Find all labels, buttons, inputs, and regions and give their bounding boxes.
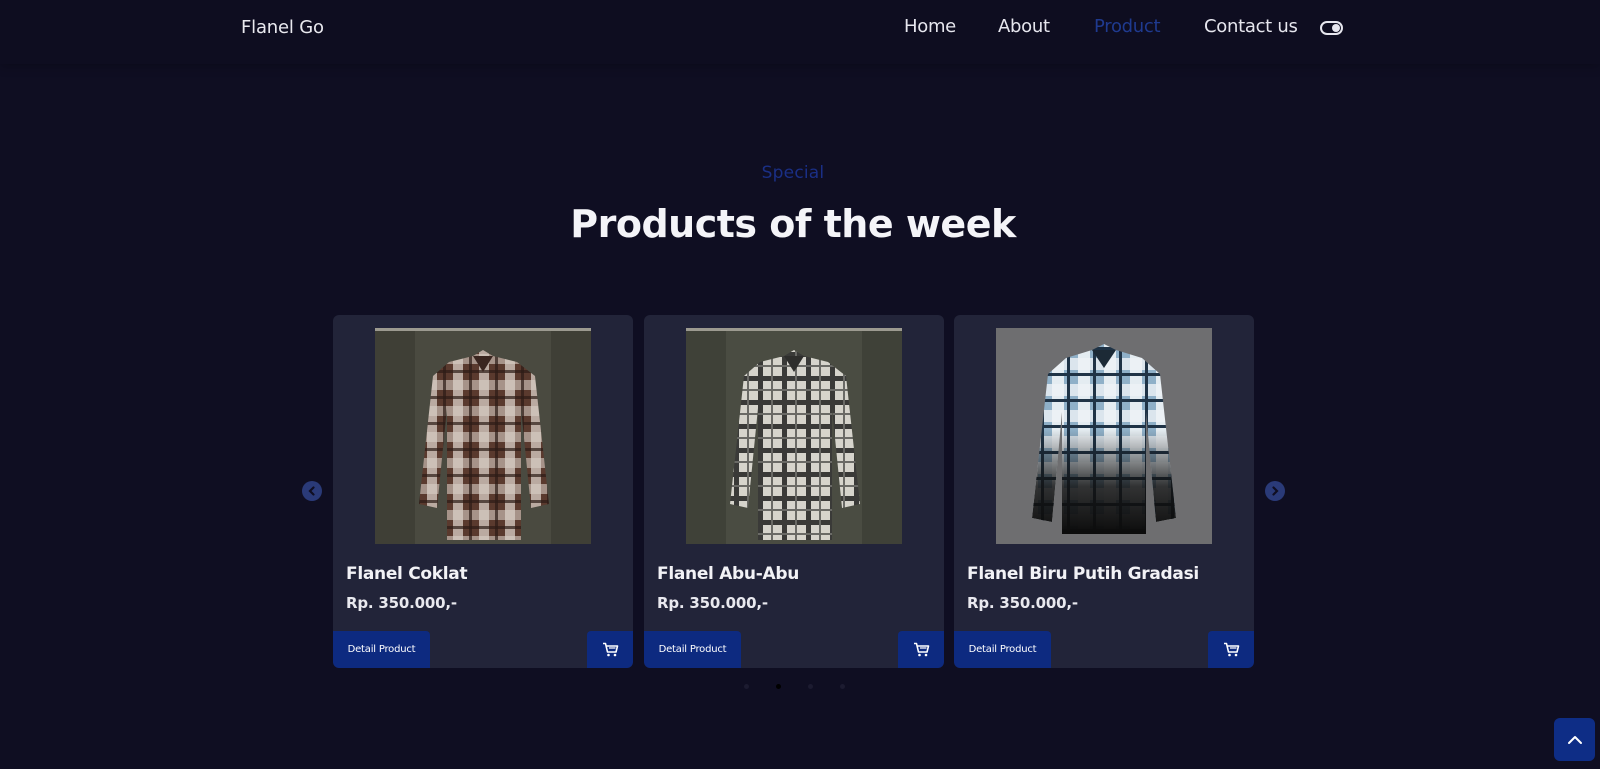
- main-nav: Home About Product Contact us: [0, 16, 1600, 40]
- product-image: [686, 328, 902, 544]
- add-to-cart-button[interactable]: [898, 631, 944, 668]
- product-name: Flanel Biru Putih Gradasi: [967, 564, 1199, 584]
- product-name: Flanel Coklat: [346, 564, 468, 584]
- cart-icon: [913, 642, 929, 657]
- scroll-to-top-button[interactable]: [1554, 718, 1595, 761]
- product-card: Flanel Coklat Rp. 350.000,- Detail Produ…: [333, 315, 633, 668]
- add-to-cart-button[interactable]: [587, 631, 633, 668]
- nav-contact-us[interactable]: Contact us: [1204, 16, 1298, 37]
- detail-product-button[interactable]: Detail Product: [333, 631, 430, 668]
- add-to-cart-button[interactable]: [1208, 631, 1254, 668]
- detail-product-button[interactable]: Detail Product: [644, 631, 741, 668]
- carousel-pagination: [0, 684, 1600, 692]
- toggle-knob: [1332, 24, 1340, 32]
- nav-about[interactable]: About: [998, 16, 1050, 37]
- cart-icon: [602, 642, 618, 657]
- section-title: Products of the week: [570, 202, 1016, 246]
- cart-icon: [1223, 642, 1239, 657]
- carousel-next-button[interactable]: [1265, 481, 1285, 501]
- product-price: Rp. 350.000,-: [967, 594, 1078, 612]
- product-image: [375, 328, 591, 544]
- nav-home[interactable]: Home: [904, 16, 956, 37]
- theme-toggle-icon[interactable]: [1320, 21, 1343, 35]
- chevron-left-icon: [308, 486, 315, 496]
- nav-product[interactable]: Product: [1094, 16, 1161, 37]
- section-subtitle: Special: [761, 163, 825, 183]
- site-header: Flanel Go Home About Product Contact us: [0, 0, 1600, 64]
- product-price: Rp. 350.000,-: [657, 594, 768, 612]
- product-card: Flanel Abu-Abu Rp. 350.000,- Detail Prod…: [644, 315, 944, 668]
- carousel-dot-active[interactable]: [776, 684, 781, 689]
- carousel-dot[interactable]: [840, 684, 845, 689]
- product-image: [996, 328, 1212, 544]
- product-name: Flanel Abu-Abu: [657, 564, 800, 584]
- carousel-dot[interactable]: [744, 684, 749, 689]
- chevron-right-icon: [1272, 486, 1279, 496]
- carousel-dot[interactable]: [808, 684, 813, 689]
- product-card: Flanel Biru Putih Gradasi Rp. 350.000,- …: [954, 315, 1254, 668]
- detail-product-button[interactable]: Detail Product: [954, 631, 1051, 668]
- chevron-up-icon: [1567, 735, 1582, 744]
- carousel-prev-button[interactable]: [302, 481, 322, 501]
- product-price: Rp. 350.000,-: [346, 594, 457, 612]
